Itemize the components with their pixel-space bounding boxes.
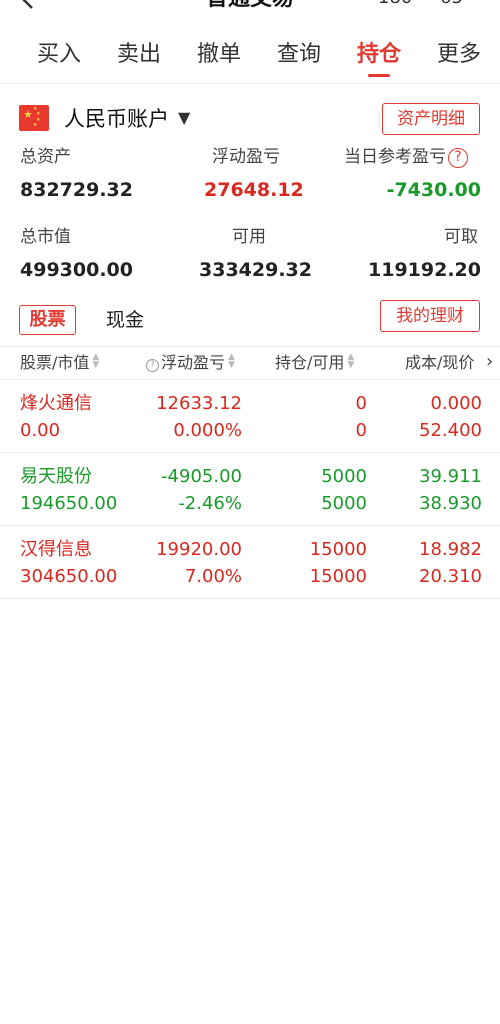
col-stock-mv-label: 股票/市值 (20, 353, 90, 372)
stock-available: 0 (355, 420, 367, 441)
stock-pl: 12633.12 (156, 393, 242, 414)
stock-market-value: 194650.00 (20, 493, 118, 514)
floating-pl-value: 27648.12 (204, 179, 304, 201)
col-stock-mv[interactable]: 股票/市值 ▲ ▼ (20, 352, 99, 374)
stock-position: 0 (355, 393, 367, 414)
caret-down-icon[interactable]: ▼ (178, 108, 190, 128)
withdrawable-label: 可取 (444, 227, 478, 247)
table-row[interactable]: 易天股份 194650.00 -4905.00 -2.46% 5000 5000… (0, 453, 500, 526)
header-info-b: 65 (440, 0, 463, 10)
withdrawable-value: 119192.20 (368, 259, 481, 281)
stock-name: 汉得信息 (20, 539, 92, 560)
sort-icon: ▲ ▼ (92, 352, 100, 370)
col-floating-pl-label: 浮动盈亏 (161, 353, 226, 372)
stock-name: 易天股份 (20, 466, 92, 487)
tab-cancel[interactable]: 撤单 (184, 40, 254, 70)
trade-tabs: 买入 卖出 撤单 查询 持仓 更多 (0, 36, 500, 84)
my-finance-button[interactable]: 我的理财 (380, 300, 480, 332)
account-selector[interactable]: 人民币账户 (64, 105, 169, 133)
stock-price: 38.930 (419, 493, 482, 514)
market-value-value: 499300.00 (20, 259, 133, 281)
tab-query[interactable]: 查询 (264, 40, 334, 70)
china-flag-icon: ★ ★ ★ ★ ★ (19, 105, 49, 131)
stock-pl-ratio: 7.00% (184, 566, 242, 587)
tab-positions[interactable]: 持仓 (344, 40, 414, 70)
section-cash-tab[interactable]: 现金 (106, 306, 144, 334)
col-position-label: 持仓/可用 (275, 353, 345, 372)
stock-pl: -4905.00 (161, 466, 242, 487)
col-position[interactable]: 持仓/可用 ▲ ▼ (275, 352, 354, 374)
day-pl-label-wrap: 当日参考盈亏? (344, 146, 468, 168)
active-tab-indicator (368, 74, 390, 77)
stock-pl-ratio: 0.000% (173, 420, 242, 441)
header-info-a: 180 (378, 0, 412, 10)
stock-position: 5000 (321, 466, 367, 487)
stock-pl-ratio: -2.46% (178, 493, 242, 514)
stock-cost: 18.982 (419, 539, 482, 560)
col-cost-price-label: 成本/现价 (405, 353, 475, 372)
total-assets-value: 832729.32 (20, 179, 133, 201)
available-value: 333429.32 (199, 259, 312, 281)
col-floating-pl[interactable]: ? 浮动盈亏 ▲ ▼ (146, 352, 235, 374)
available-label: 可用 (232, 227, 266, 247)
stock-available: 5000 (321, 493, 367, 514)
asset-detail-button[interactable]: 资产明细 (382, 103, 480, 135)
help-icon[interactable]: ? (448, 148, 468, 168)
stock-name: 烽火通信 (20, 393, 92, 414)
tab-sell[interactable]: 卖出 (104, 40, 174, 70)
sort-icon: ▲ ▼ (228, 352, 235, 370)
sort-icon: ▲ ▼ (347, 352, 355, 370)
stock-cost: 0.000 (430, 393, 482, 414)
market-value-label: 总市值 (20, 227, 71, 247)
stock-cost: 39.911 (419, 466, 482, 487)
stock-market-value: 304650.00 (20, 566, 118, 587)
floating-pl-label: 浮动盈亏 (212, 147, 280, 167)
positions-table-header: 股票/市值 ▲ ▼ ? 浮动盈亏 ▲ ▼ 持仓/可用 ▲ ▼ 成本/现价 › (0, 346, 500, 380)
col-cost-price[interactable]: 成本/现价 (405, 352, 474, 374)
total-assets-label: 总资产 (20, 147, 71, 167)
table-row[interactable]: 烽火通信 0.00 12633.12 0.000% 0 0 0.000 52.4… (0, 380, 500, 453)
tab-more[interactable]: 更多 (424, 40, 494, 70)
table-row[interactable]: 汉得信息 304650.00 19920.00 7.00% 15000 1500… (0, 526, 500, 599)
stock-market-value: 0.00 (20, 420, 61, 441)
page-title: 普通交易 (0, 0, 500, 12)
chevron-right-icon[interactable]: › (486, 351, 493, 372)
stock-pl: 19920.00 (156, 539, 242, 560)
day-pl-value: -7430.00 (386, 179, 481, 201)
tab-buy[interactable]: 买入 (24, 40, 94, 70)
stock-position: 15000 (309, 539, 367, 560)
help-small-icon[interactable]: ? (146, 359, 159, 372)
day-pl-label: 当日参考盈亏 (344, 147, 446, 167)
stock-price: 20.310 (419, 566, 482, 587)
stock-available: 15000 (309, 566, 367, 587)
top-bar: 普通交易 180 65 (0, 0, 500, 12)
section-stock-tab[interactable]: 股票 (19, 305, 76, 335)
stock-price: 52.400 (419, 420, 482, 441)
